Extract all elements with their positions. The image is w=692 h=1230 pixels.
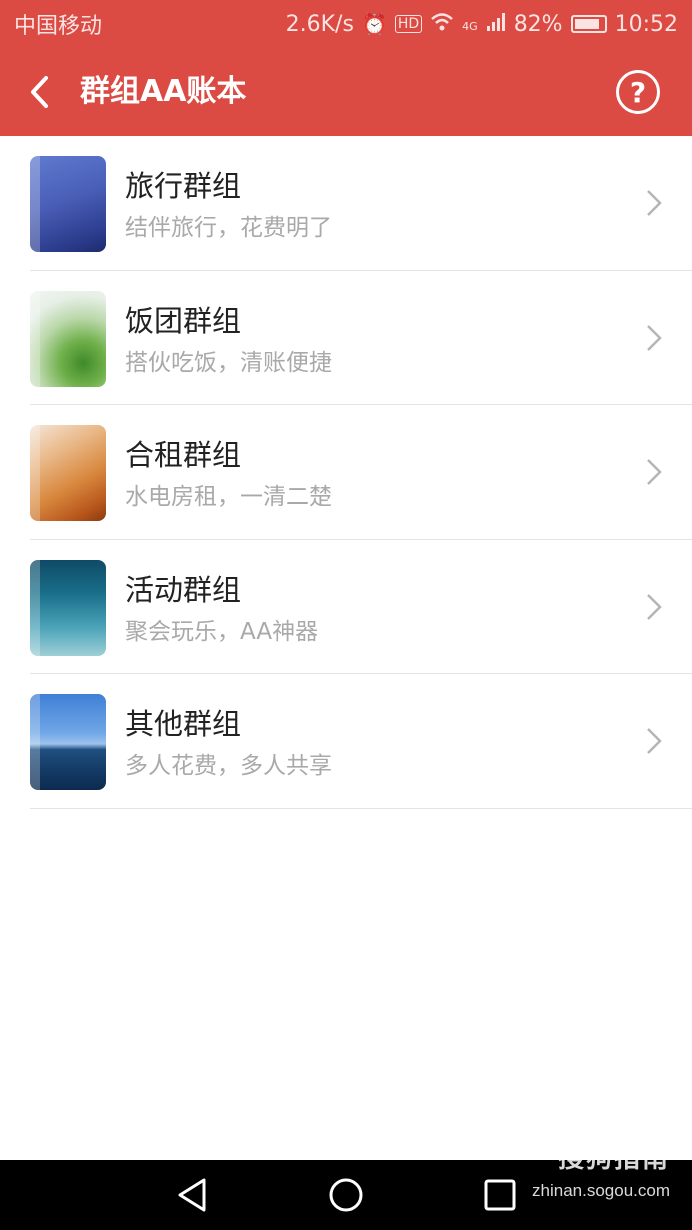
chevron-right-icon <box>647 459 662 485</box>
group-item-other[interactable]: 其他群组 多人花费，多人共享 <box>0 674 692 809</box>
wifi-icon <box>430 12 454 37</box>
back-triangle-icon[interactable] <box>172 1175 212 1215</box>
group-thumbnail <box>30 559 106 656</box>
group-subtitle: 结伴旅行，花费明了 <box>125 215 332 241</box>
group-item-activity[interactable]: 活动群组 聚会玩乐，AA神器 <box>0 540 692 674</box>
network-type: 4G <box>462 19 478 33</box>
hd-icon: HD <box>394 15 423 33</box>
status-icons: 2.6K/s ⏰ HD 4G 82% 10:52 <box>286 12 678 37</box>
group-item-travel[interactable]: 旅行群组 结伴旅行，花费明了 <box>0 136 692 271</box>
group-title: 其他群组 <box>125 707 242 741</box>
group-title: 饭团群组 <box>125 303 242 338</box>
status-bar: 中国移动 2.6K/s ⏰ HD 4G 82% 10:52 <box>0 0 692 48</box>
chevron-right-icon <box>647 593 662 620</box>
group-title: 合租群组 <box>125 438 242 472</box>
recents-square-icon[interactable] <box>480 1175 520 1215</box>
chevron-right-icon <box>647 190 662 216</box>
page-title: 群组AA账本 <box>80 74 247 109</box>
alarm-icon: ⏰ <box>361 12 387 36</box>
watermark: 搜狗指南 zhinan.sogou.com <box>532 1138 670 1201</box>
group-subtitle: 聚会玩乐，AA神器 <box>125 618 319 645</box>
clock: 10:52 <box>614 11 678 37</box>
watermark-url: zhinan.sogou.com <box>532 1181 670 1200</box>
group-list: 旅行群组 结伴旅行，花费明了 饭团群组 搭伙吃饭，清账便捷 合租群组 水电房租，… <box>0 136 692 809</box>
chevron-right-icon <box>647 324 662 351</box>
battery-percent: 82% <box>513 11 563 37</box>
chevron-right-icon <box>647 728 662 754</box>
group-item-rent[interactable]: 合租群组 水电房租，一清二楚 <box>0 405 692 540</box>
group-subtitle: 搭伙吃饭，清账便捷 <box>125 349 332 376</box>
group-thumbnail <box>30 694 106 790</box>
group-item-meal[interactable]: 饭团群组 搭伙吃饭，清账便捷 <box>0 271 692 405</box>
carrier-name: 中国移动 <box>14 14 103 39</box>
battery-icon <box>570 15 607 33</box>
app-header: 群组AA账本 ? <box>0 48 692 136</box>
group-title: 活动群组 <box>125 572 242 607</box>
group-subtitle: 水电房租，一清二楚 <box>125 484 332 510</box>
home-circle-icon[interactable] <box>326 1175 366 1215</box>
chevron-left-icon <box>31 76 48 108</box>
group-subtitle: 多人花费，多人共享 <box>125 753 332 779</box>
help-button[interactable]: ? <box>616 70 660 114</box>
group-title: 旅行群组 <box>125 169 242 203</box>
question-circle-icon: ? <box>629 75 647 109</box>
network-speed: 2.6K/s <box>285 11 354 37</box>
system-nav-bar: 搜狗指南 zhinan.sogou.com <box>0 1143 692 1230</box>
signal-icon <box>486 12 506 37</box>
group-thumbnail <box>30 425 106 521</box>
group-thumbnail <box>30 156 106 252</box>
group-thumbnail <box>30 290 106 387</box>
watermark-brand: 搜狗指南 <box>557 1143 670 1173</box>
back-button[interactable] <box>20 68 60 116</box>
